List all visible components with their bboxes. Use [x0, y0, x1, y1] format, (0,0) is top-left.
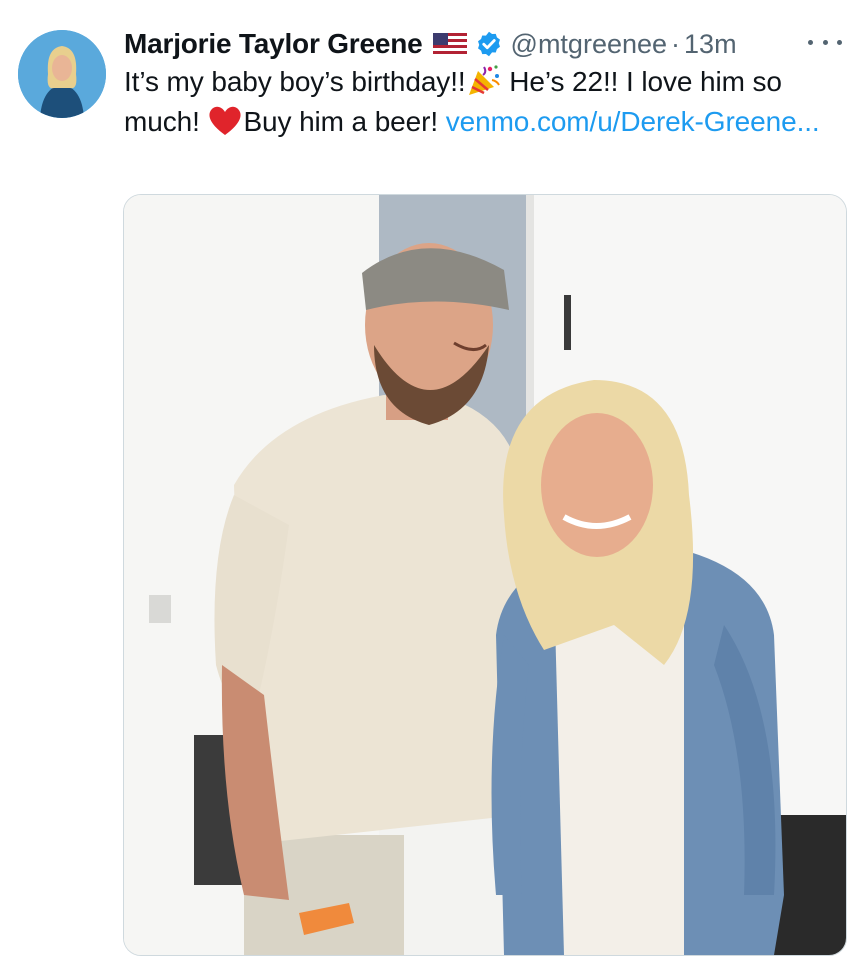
party-popper-icon — [468, 65, 500, 95]
us-flag-icon — [432, 33, 467, 55]
photo-image — [124, 195, 846, 955]
tweet-photo[interactable] — [123, 194, 847, 956]
red-heart-icon — [209, 106, 241, 135]
author-name[interactable]: Marjorie Taylor Greene — [124, 28, 423, 60]
tweet-text: It’s my baby boy’s birthday!! He’s 22!! … — [124, 62, 854, 142]
venmo-link[interactable]: venmo.com/u/Derek-Greene... — [446, 106, 820, 137]
meta-separator: · — [671, 28, 681, 59]
tweet-text-part1: It’s my baby boy’s birthday!! — [124, 66, 466, 97]
tweet-timestamp[interactable]: 13m — [684, 29, 737, 60]
avatar-image — [18, 30, 106, 118]
verified-badge-icon — [477, 31, 500, 57]
more-options-icon[interactable] — [808, 30, 842, 54]
author-avatar[interactable] — [18, 30, 106, 118]
author-handle[interactable]: @mtgreenee — [511, 29, 668, 60]
tweet-header: Marjorie Taylor Greene @mtgreenee · 13m — [124, 26, 737, 62]
tweet-card[interactable]: Marjorie Taylor Greene @mtgreenee · 13m … — [0, 0, 864, 956]
tweet-text-part3: Buy him a beer! — [243, 106, 446, 137]
